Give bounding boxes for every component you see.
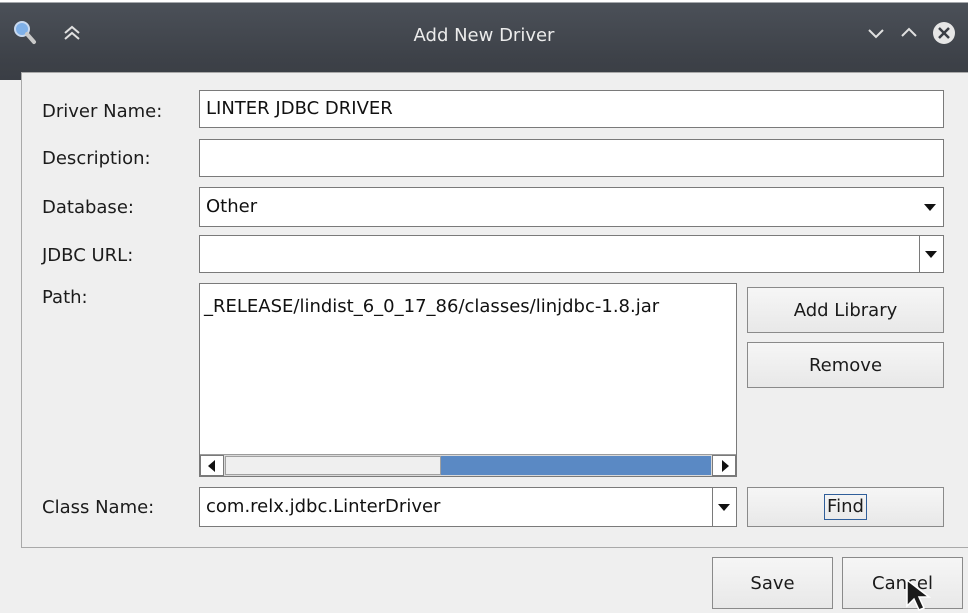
scroll-right-button[interactable] — [712, 455, 736, 476]
driver-name-input[interactable]: LINTER JDBC DRIVER — [199, 90, 944, 128]
scroll-left-button[interactable] — [200, 455, 224, 476]
database-label: Database: — [42, 197, 134, 218]
path-list[interactable]: _RELEASE/lindist_6_0_17_86/classes/linjd… — [199, 283, 737, 477]
scrollbar-thumb[interactable] — [441, 456, 711, 475]
scrollbar-track[interactable] — [225, 456, 441, 475]
chevron-up-icon[interactable] — [897, 18, 921, 48]
close-circle-icon[interactable] — [930, 18, 958, 48]
driver-name-label: Driver Name: — [42, 101, 163, 122]
chevron-down-icon[interactable] — [925, 251, 937, 258]
jdbc-url-combobox[interactable] — [199, 235, 944, 273]
add-library-button[interactable]: Add Library — [747, 287, 944, 333]
class-name-dropdown-button[interactable] — [712, 488, 736, 526]
mouse-pointer-icon — [906, 578, 932, 611]
arrow-left-icon — [208, 460, 215, 472]
path-label: Path: — [42, 287, 88, 308]
jdbc-url-label: JDBC URL: — [42, 245, 134, 266]
title-bar[interactable]: Add New Driver — [0, 0, 968, 80]
chevron-down-icon[interactable] — [924, 204, 936, 211]
database-select[interactable]: Other — [199, 187, 944, 227]
jdbc-url-dropdown-button[interactable] — [919, 236, 943, 272]
chevron-down-icon[interactable] — [718, 504, 730, 511]
save-button[interactable]: Save — [712, 557, 833, 609]
database-selected-value: Other — [206, 196, 258, 217]
path-list-item[interactable]: _RELEASE/lindist_6_0_17_86/classes/linjd… — [204, 296, 659, 317]
find-button-label: Find — [824, 494, 867, 520]
window-title: Add New Driver — [413, 25, 555, 46]
class-name-label: Class Name: — [42, 497, 155, 518]
arrow-right-icon — [722, 460, 729, 472]
cancel-button[interactable]: Cancel — [842, 557, 963, 609]
remove-button[interactable]: Remove — [747, 342, 944, 388]
description-label: Description: — [42, 148, 151, 169]
class-name-value: com.relx.jdbc.LinterDriver — [206, 496, 441, 517]
chevron-down-icon[interactable] — [864, 18, 888, 48]
description-input[interactable] — [199, 139, 944, 177]
find-button[interactable]: Find — [747, 487, 944, 527]
class-name-combobox[interactable]: com.relx.jdbc.LinterDriver — [199, 487, 737, 527]
path-horizontal-scrollbar[interactable] — [200, 454, 736, 476]
